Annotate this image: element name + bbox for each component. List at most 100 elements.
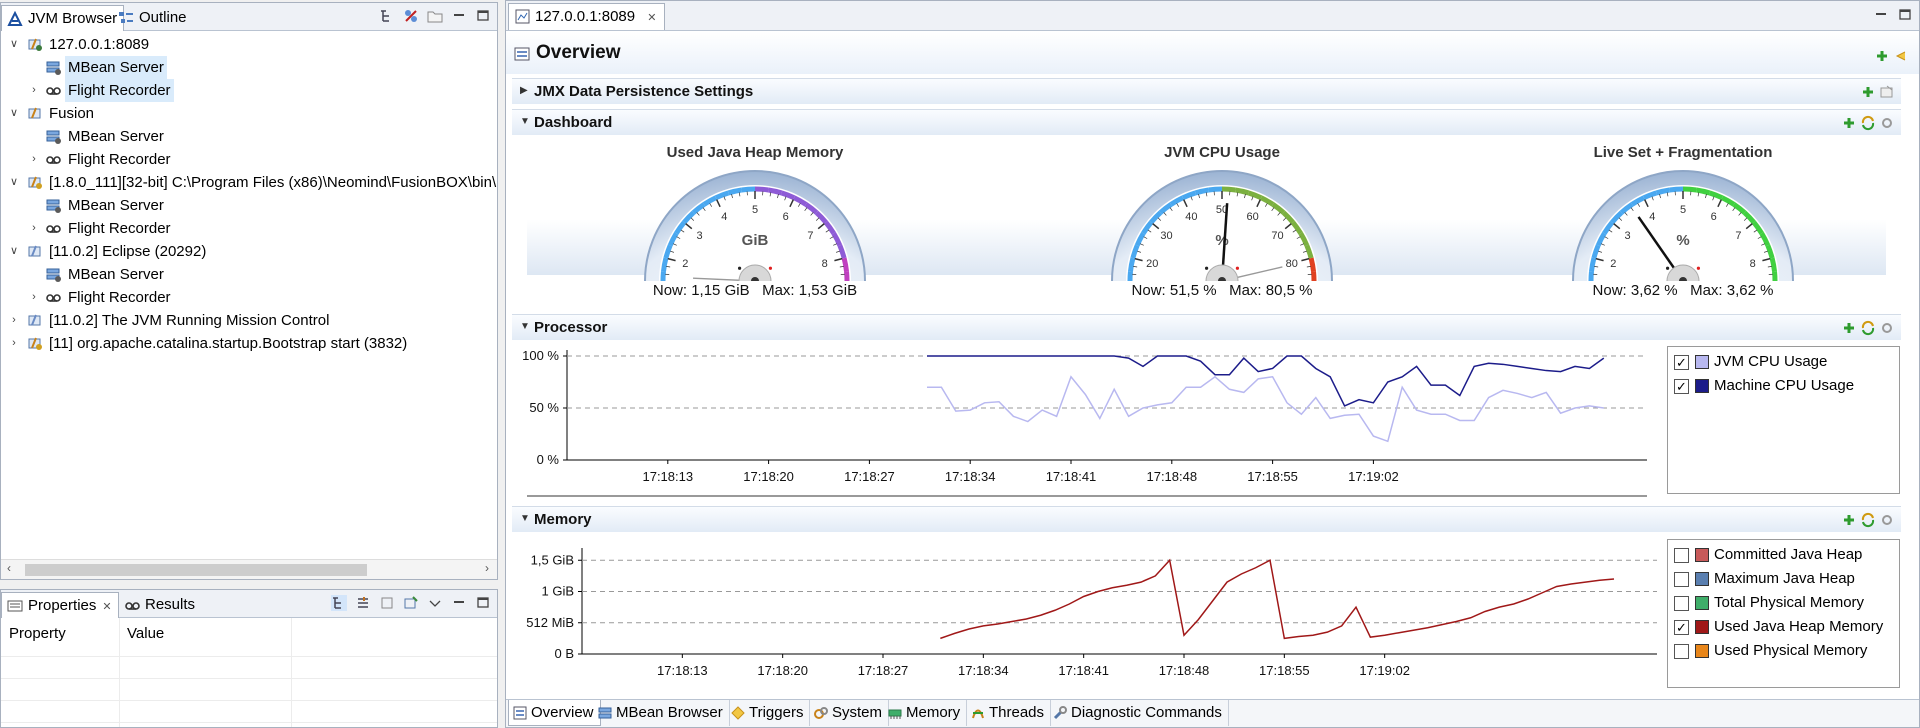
view-menu-icon[interactable] — [427, 595, 443, 611]
chevron-right-icon[interactable]: › — [28, 286, 40, 309]
restore-default-icon[interactable] — [403, 595, 419, 611]
tab-diagnostic-commands[interactable]: Diagnostic Commands — [1049, 700, 1229, 726]
tab-label: Properties — [28, 597, 97, 614]
column-header-property[interactable]: Property — [1, 618, 66, 650]
gauge-indicator-dot — [768, 266, 773, 270]
section-header[interactable]: ▼ Memory — [512, 506, 1901, 532]
legend-checkbox[interactable] — [1674, 644, 1689, 659]
add-icon[interactable] — [1841, 512, 1857, 528]
editor-tab[interactable]: 127.0.0.1:8089 ✕ — [508, 3, 666, 30]
tab-memory[interactable]: Memory — [884, 700, 968, 726]
tab-overview[interactable]: Overview — [508, 700, 601, 726]
minimize-icon[interactable] — [451, 595, 467, 611]
processor-legend: ✓ JVM CPU Usage ✓ Machine CPU Usage — [1667, 346, 1900, 494]
tab-system[interactable]: System — [810, 700, 890, 726]
chevron-down-icon[interactable]: ▼ — [520, 321, 530, 332]
y-tick-label: 0 B — [554, 646, 574, 661]
section-header[interactable]: ▼ Dashboard — [512, 109, 1901, 135]
refresh-icon[interactable] — [1860, 320, 1876, 336]
column-header-value[interactable]: Value — [119, 618, 164, 650]
tab-properties[interactable]: Properties ✕ — [1, 592, 119, 618]
maximize-icon[interactable] — [1897, 7, 1913, 23]
series-swatch — [1695, 379, 1709, 393]
legend-label: Maximum Java Heap — [1714, 570, 1855, 587]
gauge-tick-label: 30 — [1160, 230, 1172, 242]
settings-icon[interactable] — [1879, 115, 1895, 131]
add-icon[interactable] — [1841, 115, 1857, 131]
settings-icon[interactable] — [1879, 512, 1895, 528]
section-header[interactable]: ▼ Processor — [512, 314, 1901, 340]
chevron-down-icon[interactable]: ∨ — [8, 102, 20, 125]
editor-tab-bar: 127.0.0.1:8089 ✕ — [506, 1, 1919, 31]
chevron-right-icon[interactable]: › — [8, 332, 20, 355]
jmx-console-icon — [515, 9, 530, 24]
minimize-icon[interactable] — [1873, 7, 1889, 23]
maximize-icon[interactable] — [475, 595, 491, 611]
mbean-server-icon — [45, 197, 62, 214]
scrollbar-thumb[interactable] — [25, 564, 367, 576]
gauge-indicator-dot — [737, 266, 742, 270]
chevron-right-icon[interactable]: › — [8, 309, 20, 332]
scroll-left-icon[interactable]: ‹ — [7, 561, 11, 575]
add-icon[interactable] — [1860, 84, 1876, 100]
close-icon[interactable]: ✕ — [647, 12, 656, 24]
pin-icon[interactable] — [379, 595, 395, 611]
tree-item-label: MBean Server — [68, 197, 164, 214]
gauge-tick-label: 70 — [1271, 230, 1283, 242]
legend-checkbox[interactable]: ✓ — [1674, 355, 1689, 370]
x-tick-label: 17:18:20 — [743, 469, 794, 484]
tab-triggers[interactable]: Triggers — [727, 700, 811, 726]
chevron-right-icon[interactable]: › — [28, 217, 40, 240]
flight-recorder-icon — [45, 151, 62, 168]
scroll-right-icon[interactable]: › — [485, 561, 489, 575]
tree-layout-icon[interactable] — [379, 8, 395, 24]
section-header[interactable]: ▶ JMX Data Persistence Settings — [512, 78, 1901, 104]
memory-chart[interactable]: 0 B 512 MiB 1 GiB 1,5 GiB 17:18:13 17:18:20 17… — [512, 534, 1662, 684]
legend-checkbox[interactable]: ✓ — [1674, 379, 1689, 394]
legend-checkbox[interactable] — [1674, 548, 1689, 563]
tab-mbean-browser[interactable]: MBean Browser — [594, 700, 730, 726]
maximize-icon[interactable] — [475, 8, 491, 24]
tab-jvm-browser[interactable]: JVM Browser — [1, 5, 125, 31]
horizontal-scrollbar[interactable]: ‹ › — [1, 559, 497, 579]
tab-outline[interactable]: Outline — [113, 5, 193, 30]
connect-icon[interactable] — [403, 8, 419, 24]
legend-checkbox[interactable] — [1674, 596, 1689, 611]
chevron-right-icon[interactable]: › — [28, 79, 40, 102]
tab-results[interactable]: Results — [119, 592, 201, 617]
gauge-tick-label: 7 — [807, 230, 813, 242]
y-tick-label: 100 % — [522, 348, 559, 363]
show-advanced-icon[interactable] — [355, 595, 371, 611]
legend-checkbox[interactable]: ✓ — [1674, 620, 1689, 635]
new-folder-icon[interactable] — [427, 8, 443, 24]
legend-checkbox[interactable] — [1674, 572, 1689, 587]
refresh-icon[interactable] — [1860, 512, 1876, 528]
chevron-right-icon[interactable]: › — [28, 148, 40, 171]
chevron-down-icon[interactable]: ▼ — [520, 513, 530, 524]
add-icon[interactable] — [1841, 320, 1857, 336]
gauge-indicator-dot — [1665, 266, 1670, 270]
gauge-tick-label: 8 — [822, 258, 828, 270]
diagnostic-commands-icon — [1053, 706, 1067, 720]
chevron-down-icon[interactable]: ▼ — [520, 116, 530, 127]
chevron-down-icon[interactable]: ∨ — [8, 171, 20, 194]
minimize-icon[interactable] — [451, 8, 467, 24]
chevron-down-icon[interactable]: ∨ — [8, 33, 20, 56]
results-icon — [124, 597, 140, 613]
save-icon[interactable] — [1879, 84, 1895, 100]
tab-threads[interactable]: Threads — [967, 700, 1052, 726]
refresh-icon[interactable] — [1860, 115, 1876, 131]
settings-icon[interactable] — [1879, 320, 1895, 336]
gauge-tick-label: 5 — [1680, 204, 1686, 216]
close-icon[interactable]: ✕ — [102, 601, 111, 613]
reset-icon[interactable] — [1893, 48, 1909, 64]
tree-item-label: Flight Recorder — [65, 79, 174, 102]
show-categories-icon[interactable] — [331, 595, 347, 611]
processor-chart[interactable]: 0 % 50 % 100 % 17:18:13 17:18:20 17:18:27 17:1… — [512, 342, 1662, 498]
y-tick-label: 1,5 GiB — [531, 552, 574, 567]
add-icon[interactable] — [1874, 48, 1890, 64]
chevron-down-icon[interactable]: ∨ — [8, 240, 20, 263]
chevron-right-icon[interactable]: ▶ — [520, 85, 528, 96]
page-title: Overview — [536, 42, 621, 63]
left-pane: JVM Browser Outline ∨ 127.0.0.1:8089 MBe… — [0, 0, 500, 728]
